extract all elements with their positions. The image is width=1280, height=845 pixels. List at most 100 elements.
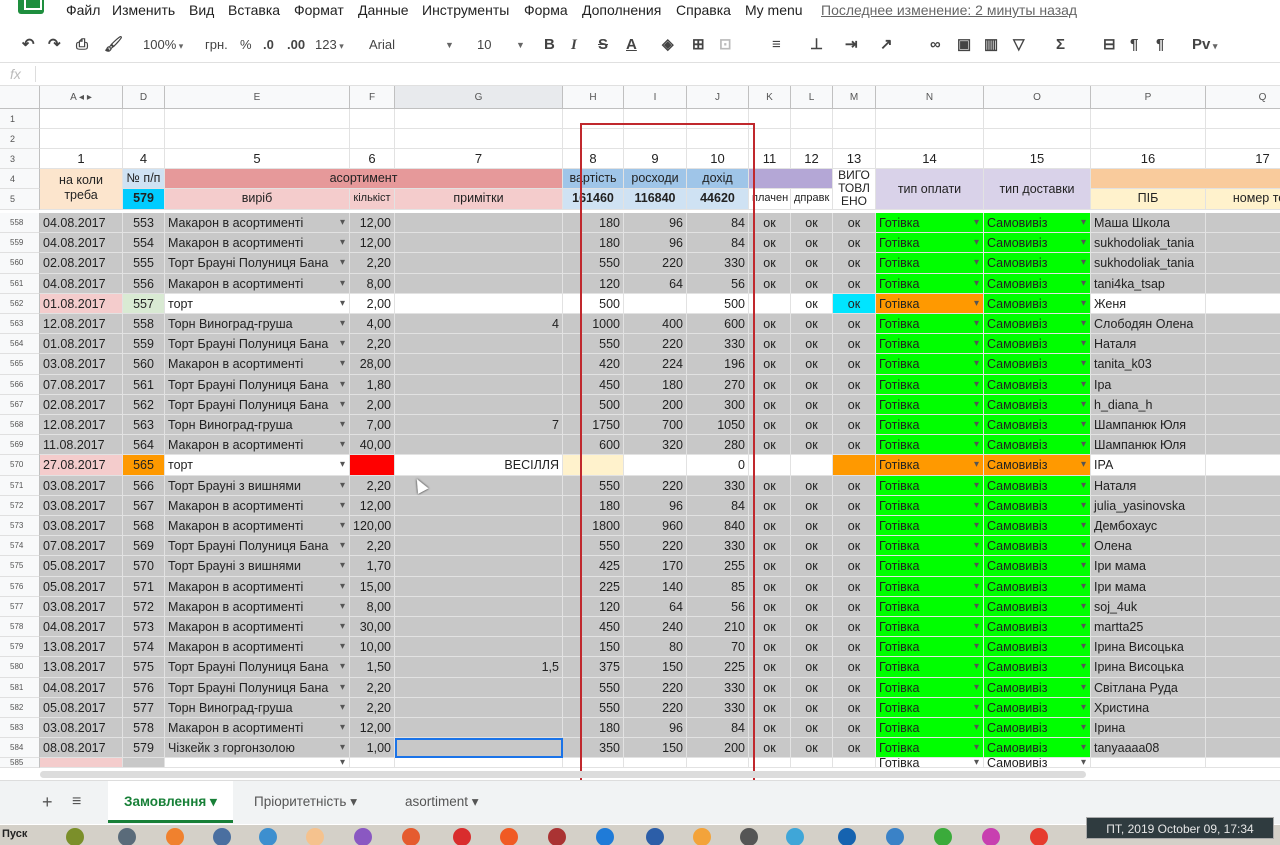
cell[interactable]: ок bbox=[791, 738, 833, 759]
cell[interactable] bbox=[1206, 109, 1280, 129]
cell[interactable]: 559 bbox=[123, 334, 165, 355]
text-rotation-icon[interactable]: ↗ bbox=[880, 35, 893, 55]
cell[interactable]: ок bbox=[749, 475, 791, 496]
cell[interactable]: 03.08.2017 bbox=[40, 495, 123, 516]
cell[interactable] bbox=[395, 536, 563, 557]
cell[interactable]: 579 bbox=[123, 738, 165, 759]
cell[interactable]: ок bbox=[833, 374, 876, 395]
cell[interactable]: Готівка bbox=[876, 576, 984, 597]
cell[interactable] bbox=[395, 129, 563, 149]
cell[interactable]: Готівка bbox=[876, 394, 984, 415]
currency-button[interactable]: грн. bbox=[205, 35, 228, 55]
cell[interactable]: 40,00 bbox=[350, 435, 395, 456]
row-header[interactable]: 572 bbox=[0, 495, 40, 516]
cell[interactable] bbox=[1091, 109, 1206, 129]
cell[interactable]: Готівка bbox=[876, 253, 984, 274]
cell[interactable] bbox=[1206, 536, 1280, 557]
select-all-corner[interactable] bbox=[0, 86, 40, 109]
cell[interactable] bbox=[791, 129, 833, 149]
cell[interactable]: tanita_k03 bbox=[1091, 354, 1206, 375]
cell[interactable]: ок bbox=[749, 314, 791, 335]
cell[interactable]: ок bbox=[833, 253, 876, 274]
row-header[interactable]: 580 bbox=[0, 657, 40, 678]
cell[interactable]: 6 bbox=[350, 149, 395, 169]
cell[interactable]: торт bbox=[165, 293, 350, 314]
cell[interactable] bbox=[749, 293, 791, 314]
cell[interactable]: Іри мама bbox=[1091, 556, 1206, 577]
font-select[interactable]: Arial bbox=[369, 35, 395, 55]
row-header[interactable]: 573 bbox=[0, 516, 40, 537]
cell[interactable] bbox=[1091, 758, 1206, 769]
cell[interactable]: Самовивіз bbox=[984, 738, 1091, 759]
cell[interactable]: 01.08.2017 bbox=[40, 293, 123, 314]
cell[interactable]: 01.08.2017 bbox=[40, 334, 123, 355]
cell[interactable]: 04.08.2017 bbox=[40, 213, 123, 234]
cell[interactable]: 05.08.2017 bbox=[40, 556, 123, 577]
cell[interactable]: ок bbox=[833, 394, 876, 415]
header-cell[interactable]: тип доставки bbox=[984, 169, 1091, 210]
menu-item[interactable]: Вставка bbox=[228, 2, 280, 18]
app-icon[interactable] bbox=[740, 828, 758, 845]
cell[interactable]: Торт Брауні Полуниця Бана bbox=[165, 536, 350, 557]
cell[interactable]: ок bbox=[833, 415, 876, 436]
cell[interactable]: ок bbox=[749, 253, 791, 274]
cell[interactable] bbox=[1206, 394, 1280, 415]
column-header[interactable]: F bbox=[350, 86, 395, 109]
cell[interactable]: Макарон в асортименті bbox=[165, 354, 350, 375]
cell[interactable] bbox=[350, 129, 395, 149]
cell[interactable] bbox=[876, 109, 984, 129]
app-icon[interactable] bbox=[596, 828, 614, 845]
cell[interactable]: Самовивіз bbox=[984, 213, 1091, 234]
cell[interactable]: Дембохаус bbox=[1091, 516, 1206, 537]
cell[interactable]: ок bbox=[833, 738, 876, 759]
cell[interactable]: 12.08.2017 bbox=[40, 415, 123, 436]
cell[interactable]: 574 bbox=[123, 637, 165, 658]
menu-item[interactable]: Форма bbox=[524, 2, 568, 18]
cell[interactable]: Торт Брауні Полуниця Бана bbox=[165, 253, 350, 274]
cell[interactable]: 11.08.2017 bbox=[40, 435, 123, 456]
cell[interactable] bbox=[1206, 213, 1280, 234]
cell[interactable]: Самовивіз bbox=[984, 637, 1091, 658]
cell[interactable]: Світлана Руда bbox=[1091, 677, 1206, 698]
row-header[interactable]: 566 bbox=[0, 374, 40, 395]
row-header[interactable]: 559 bbox=[0, 233, 40, 254]
app-icon[interactable] bbox=[886, 828, 904, 845]
cell[interactable]: 1,50 bbox=[350, 657, 395, 678]
cell[interactable]: julia_yasinovska bbox=[1091, 495, 1206, 516]
cell[interactable]: ок bbox=[791, 253, 833, 274]
cell[interactable]: martta25 bbox=[1091, 617, 1206, 638]
functions-icon[interactable]: Σ bbox=[1056, 35, 1065, 55]
cell[interactable]: Макарон в асортименті bbox=[165, 718, 350, 739]
header-cell[interactable]: тип оплати bbox=[876, 169, 984, 210]
column-header[interactable]: K bbox=[749, 86, 791, 109]
column-header[interactable]: J bbox=[687, 86, 749, 109]
cell[interactable]: 2,00 bbox=[350, 293, 395, 314]
cell[interactable]: Готівка bbox=[876, 314, 984, 335]
cell[interactable]: Ірина Висоцька bbox=[1091, 637, 1206, 658]
cell[interactable] bbox=[984, 129, 1091, 149]
cell[interactable]: ок bbox=[791, 415, 833, 436]
cell[interactable]: Женя bbox=[1091, 293, 1206, 314]
align-vertical-icon[interactable]: ⊥ bbox=[810, 35, 823, 55]
cell[interactable] bbox=[749, 455, 791, 476]
menu-item[interactable]: Файл bbox=[66, 2, 100, 18]
cell[interactable]: Самовивіз bbox=[984, 415, 1091, 436]
cell[interactable]: tani4ka_tsap bbox=[1091, 273, 1206, 294]
tab-asortiment[interactable]: asortiment ▾ bbox=[405, 781, 479, 823]
cell[interactable]: Самовивіз bbox=[984, 334, 1091, 355]
cell[interactable]: ок bbox=[791, 435, 833, 456]
filter-icon[interactable]: ▽ bbox=[1013, 35, 1025, 55]
cell[interactable] bbox=[1206, 516, 1280, 537]
cell[interactable]: Самовивіз bbox=[984, 475, 1091, 496]
cell[interactable]: Самовивіз bbox=[984, 374, 1091, 395]
cell[interactable]: 8,00 bbox=[350, 273, 395, 294]
cell[interactable]: 12.08.2017 bbox=[40, 314, 123, 335]
cell[interactable]: Наталя bbox=[1091, 475, 1206, 496]
cell[interactable]: ок bbox=[833, 556, 876, 577]
cell[interactable]: 1,00 bbox=[350, 738, 395, 759]
header-cell[interactable]: ВИГО ТОВЛ ЕНО bbox=[833, 169, 876, 210]
row-header[interactable]: 564 bbox=[0, 334, 40, 355]
row-header[interactable]: 571 bbox=[0, 475, 40, 496]
cell[interactable]: 554 bbox=[123, 233, 165, 254]
cell[interactable]: 2,20 bbox=[350, 697, 395, 718]
